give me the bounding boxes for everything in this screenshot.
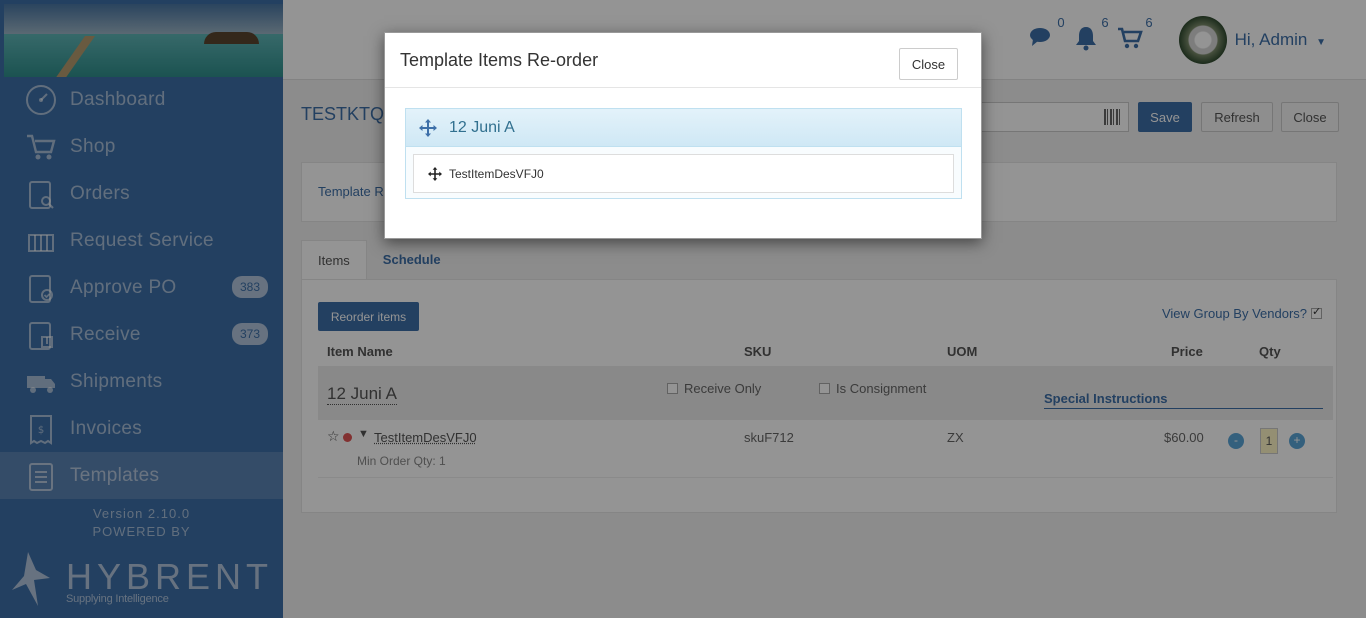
modal-close-button[interactable]: Close	[899, 48, 958, 80]
reorder-group-name: 12 Juni A	[449, 118, 515, 136]
reorder-group-header[interactable]: 12 Juni A	[406, 109, 961, 147]
reorder-modal: Template Items Re-order Close 12 Juni A …	[384, 32, 982, 239]
move-arrows-icon[interactable]	[428, 166, 442, 181]
modal-header: Template Items Re-order Close	[385, 33, 981, 88]
reorder-item[interactable]: TestItemDesVFJ0	[413, 154, 954, 193]
modal-title: Template Items Re-order	[400, 50, 599, 70]
reorder-item-name: TestItemDesVFJ0	[449, 166, 544, 181]
move-arrows-icon[interactable]	[419, 118, 437, 137]
reorder-group[interactable]: 12 Juni A TestItemDesVFJ0	[405, 108, 962, 199]
